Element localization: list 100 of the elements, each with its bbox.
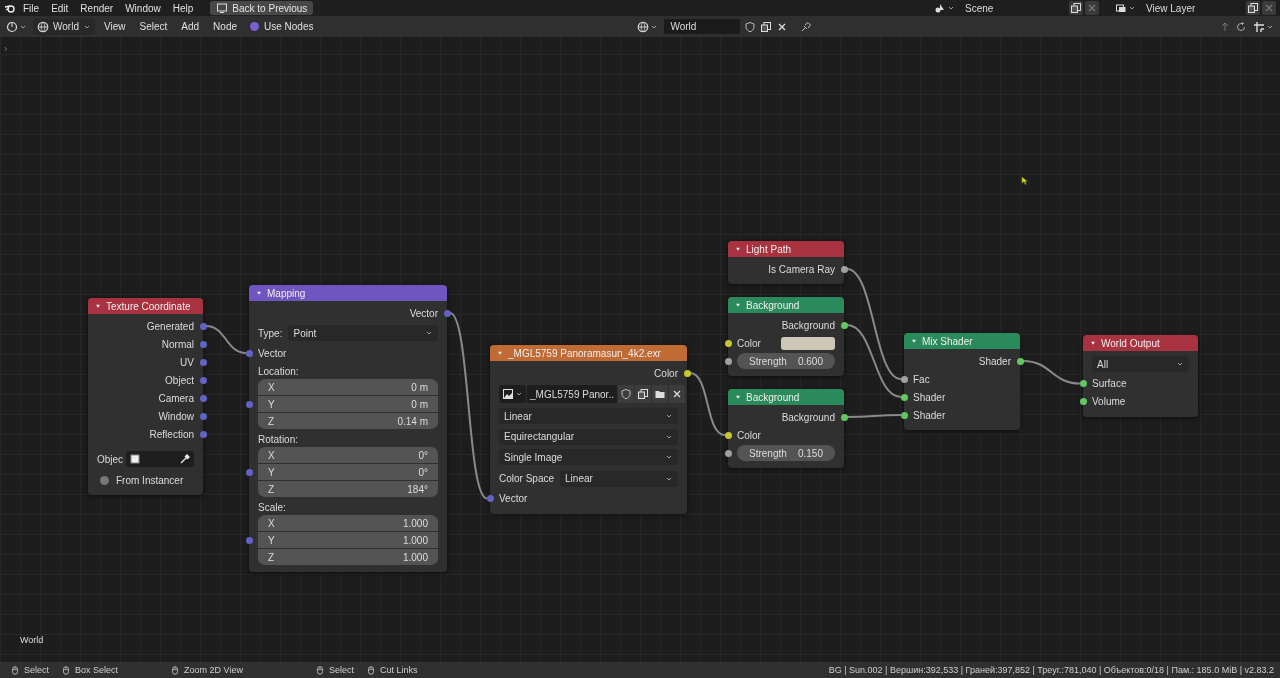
number-field[interactable]: X 0 m [258, 379, 438, 395]
number-field[interactable]: X 1.000 [258, 515, 438, 531]
image-name-field[interactable]: _MGL5759 Panor.. [527, 385, 617, 403]
copy-icon[interactable] [636, 388, 649, 400]
socket-dot[interactable] [199, 430, 207, 438]
node-header[interactable]: Background [728, 389, 844, 405]
color-swatch[interactable] [780, 336, 835, 350]
number-field[interactable]: Y 1.000 [258, 532, 438, 548]
socket-dot[interactable] [199, 412, 207, 420]
socket-dot[interactable] [724, 431, 732, 439]
menu-item[interactable]: Add [176, 20, 205, 33]
socket-dot[interactable] [683, 369, 691, 377]
collapse-icon[interactable] [255, 289, 263, 297]
dropdown[interactable]: Point [288, 325, 438, 341]
copy-icon[interactable] [1070, 2, 1082, 14]
menu-item[interactable]: View [99, 20, 131, 33]
socket-dot[interactable] [724, 357, 732, 365]
copy-icon[interactable] [1247, 2, 1259, 14]
dropdown[interactable]: Linear [499, 408, 678, 425]
socket-label: Color [737, 337, 761, 349]
collapse-icon[interactable] [1089, 339, 1097, 347]
checkbox[interactable]: From Instancer [97, 474, 187, 486]
socket-dot[interactable] [199, 322, 207, 330]
number-field[interactable]: Z 184° [258, 481, 438, 497]
socket-dot[interactable] [199, 376, 207, 384]
socket-dot[interactable] [1016, 357, 1024, 365]
menu-item[interactable]: Help [167, 1, 199, 15]
collapse-icon[interactable] [94, 302, 102, 310]
collapse-icon[interactable] [496, 349, 504, 357]
menu-item[interactable]: Window [120, 1, 166, 15]
socket-dot[interactable] [443, 309, 451, 317]
socket-dot[interactable] [900, 411, 908, 419]
number-field[interactable]: Y 0° [258, 464, 438, 480]
collapse-icon[interactable] [734, 393, 742, 401]
dropdown[interactable]: All [1092, 356, 1189, 373]
socket-dot[interactable] [840, 265, 848, 273]
shield-icon[interactable] [619, 388, 632, 400]
folder-icon[interactable] [653, 388, 666, 400]
node-card[interactable]: World Output All Surface Volume [1083, 335, 1198, 417]
node-wire [689, 372, 726, 436]
socket-dot[interactable] [840, 321, 848, 329]
socket-dot[interactable] [1079, 380, 1087, 387]
socket-dot[interactable] [245, 468, 253, 476]
node-header[interactable]: Light Path [728, 241, 844, 257]
node-header[interactable]: _MGL5759 Panoramasun_4k2.exr [490, 345, 687, 361]
refresh-icon[interactable] [1235, 20, 1247, 33]
socket-label: Volume [1092, 396, 1126, 407]
world-name-field[interactable]: World [664, 19, 741, 34]
socket-dot[interactable] [245, 536, 253, 544]
menu-item[interactable]: Edit [46, 1, 74, 15]
menu-item[interactable]: Render [75, 1, 119, 15]
socket-dot[interactable] [199, 394, 207, 402]
socket-label: UV [180, 356, 194, 368]
back-button[interactable]: Back to Previous [210, 1, 314, 15]
use-nodes-checkbox[interactable]: Use Nodes [246, 21, 318, 32]
menu-item[interactable]: File [18, 1, 45, 15]
mouse-icon [365, 664, 376, 676]
copy-icon[interactable] [760, 20, 773, 33]
socket-dot[interactable] [900, 393, 908, 401]
menu-item[interactable]: Select [134, 20, 173, 33]
socket-dot[interactable] [840, 413, 848, 421]
dropdown[interactable]: Equirectangular [499, 428, 678, 445]
dropdown[interactable]: Single Image [499, 449, 678, 466]
socket-dot[interactable] [245, 349, 253, 357]
shield-icon[interactable] [744, 20, 757, 33]
number-field[interactable]: Z 1.000 [258, 549, 438, 565]
socket-dot[interactable] [199, 340, 207, 348]
socket-dot[interactable] [724, 339, 732, 347]
pin-icon[interactable] [800, 20, 813, 33]
socket-dot[interactable] [1079, 398, 1087, 405]
socket-dot[interactable] [900, 375, 908, 383]
number-field[interactable]: Y 0 m [258, 396, 438, 412]
image-browse-button[interactable] [499, 385, 526, 403]
scene-icon [934, 2, 946, 14]
socket-dot[interactable] [724, 449, 732, 457]
collapse-icon[interactable] [734, 301, 742, 309]
object-field[interactable] [126, 451, 194, 467]
eyedropper-icon[interactable] [179, 453, 191, 465]
socket-dot[interactable] [199, 358, 207, 366]
number-field[interactable]: X 0° [258, 447, 438, 463]
socket-dot[interactable] [486, 495, 494, 502]
menu-item[interactable]: Node [208, 20, 242, 33]
node-header[interactable]: Texture Coordinate [88, 298, 203, 314]
node-header[interactable]: Mix Shader [904, 333, 1020, 349]
dropdown[interactable]: Linear [560, 470, 678, 487]
number-field[interactable]: Z 0.14 m [258, 413, 438, 429]
number-field[interactable]: Strength 0.150 [737, 445, 835, 461]
field-label: Color Space [499, 473, 555, 484]
node-header[interactable]: World Output [1083, 335, 1198, 351]
node-wire [1022, 360, 1081, 385]
node-header[interactable]: Mapping [249, 285, 447, 301]
socket-label: Vector [258, 347, 287, 359]
collapse-icon[interactable] [734, 245, 742, 253]
number-field[interactable]: Strength 0.600 [737, 353, 835, 369]
node-header[interactable]: Background [728, 297, 844, 313]
collapse-icon[interactable] [910, 337, 918, 345]
world-type-dropdown[interactable]: World [33, 18, 95, 35]
mouse-icon [314, 664, 325, 676]
world-label: World [20, 635, 44, 645]
socket-dot[interactable] [245, 400, 253, 408]
